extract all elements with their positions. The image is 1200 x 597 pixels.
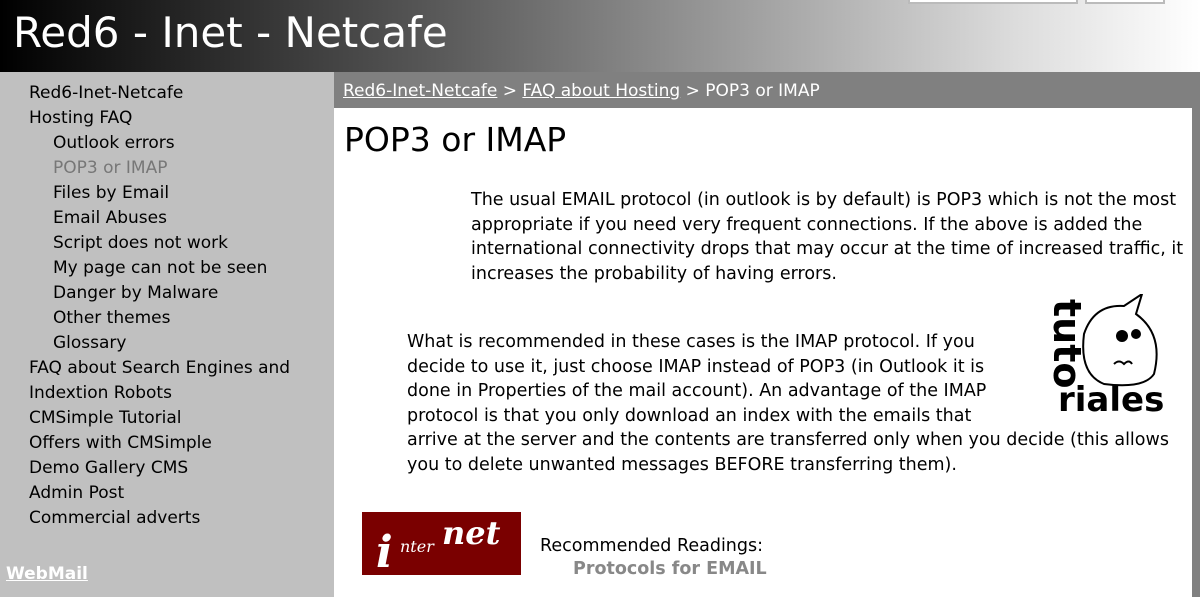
- breadcrumb-separator: >: [502, 81, 518, 101]
- sidebar-item[interactable]: CMSimple Tutorial: [29, 408, 182, 428]
- sidebar-item[interactable]: Outlook errors: [53, 133, 175, 153]
- sidebar-item[interactable]: Admin Post: [29, 483, 124, 503]
- breadcrumb-home[interactable]: Red6-Inet-Netcafe: [343, 81, 497, 101]
- breadcrumb: Red6-Inet-Netcafe > FAQ about Hosting > …: [334, 72, 1200, 108]
- sidebar-item[interactable]: Commercial adverts: [29, 508, 200, 528]
- sidebar-item[interactable]: Files by Email: [53, 183, 169, 203]
- right-border: [1192, 108, 1200, 597]
- sidebar-item[interactable]: POP3 or IMAP: [53, 158, 167, 178]
- recommended-label: Recommended Readings:: [540, 536, 764, 556]
- webmail-link[interactable]: WebMail: [6, 564, 88, 584]
- sidebar-item[interactable]: Demo Gallery CMS: [29, 458, 188, 478]
- svg-text:net: net: [442, 514, 501, 552]
- sidebar-item[interactable]: My page can not be seen: [53, 258, 267, 278]
- page-title: POP3 or IMAP: [344, 120, 567, 159]
- svg-text:nter: nter: [400, 537, 435, 556]
- recommended-link[interactable]: Protocols for EMAIL: [573, 559, 767, 579]
- sidebar-item[interactable]: Glossary: [53, 333, 126, 353]
- sidebar-item[interactable]: Script does not work: [53, 233, 228, 253]
- sidebar-item[interactable]: Other themes: [53, 308, 170, 328]
- breadcrumb-separator: >: [685, 81, 700, 101]
- main-content: POP3 or IMAP The usual EMAIL protocol (i…: [334, 108, 1192, 597]
- sidebar-item[interactable]: Hosting FAQ: [29, 108, 132, 128]
- sidebar-item[interactable]: Email Abuses: [53, 208, 167, 228]
- search-input[interactable]: [908, 0, 1078, 4]
- paragraph-intro: The usual EMAIL protocol (in outlook is …: [471, 190, 1184, 284]
- sidebar-item[interactable]: Danger by Malware: [53, 283, 218, 303]
- sidebar-item[interactable]: FAQ about Search Engines and: [29, 358, 290, 378]
- internet-logo: i nter net: [362, 512, 521, 578]
- breadcrumb-section[interactable]: FAQ about Hosting: [522, 81, 680, 101]
- sidebar-item[interactable]: Offers with CMSimple: [29, 433, 212, 453]
- sidebar-item[interactable]: Red6-Inet-Netcafe: [29, 83, 183, 103]
- svg-text:riales: riales: [1058, 380, 1164, 414]
- svg-text:i: i: [376, 527, 393, 575]
- site-title: Red6 - Inet - Netcafe: [13, 8, 448, 57]
- tutoriales-logo: tuto riales: [1045, 294, 1164, 414]
- header: Red6 - Inet - Netcafe: [0, 0, 1200, 72]
- breadcrumb-current: POP3 or IMAP: [705, 81, 820, 101]
- search-button[interactable]: [1085, 0, 1165, 4]
- sidebar-item[interactable]: Indextion Robots: [29, 383, 172, 403]
